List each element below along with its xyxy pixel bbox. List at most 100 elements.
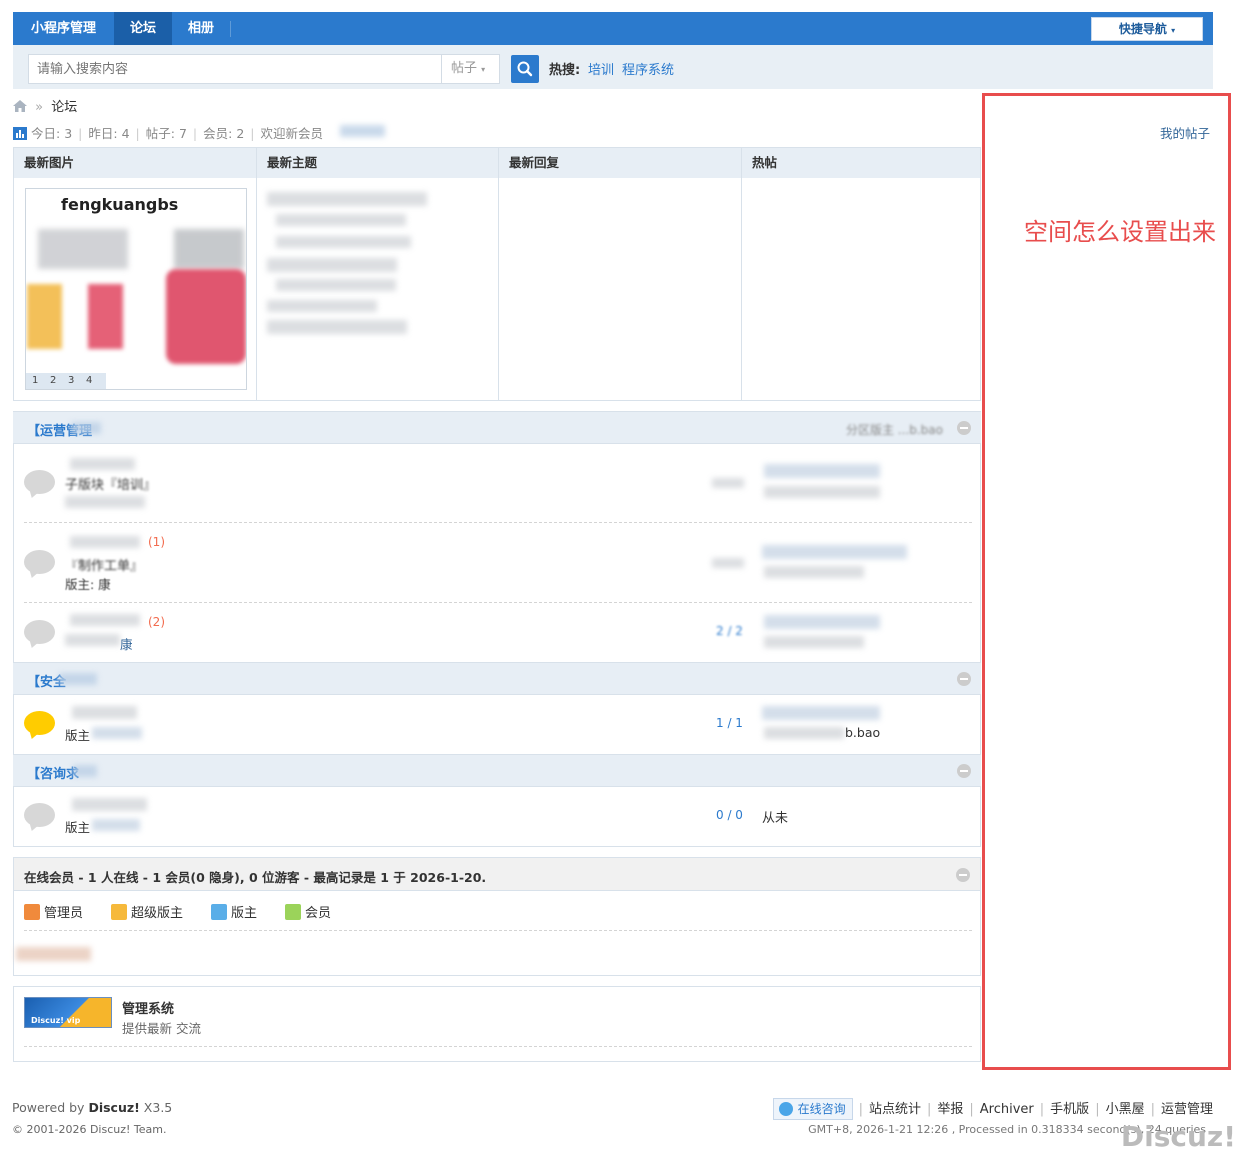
blurred-last-post-author[interactable] — [764, 727, 844, 739]
nav-item-miniapp[interactable]: 小程序管理 — [13, 12, 114, 45]
list-item[interactable] — [267, 258, 397, 272]
blurred-new-member[interactable] — [340, 125, 385, 137]
blurred-forum-name[interactable] — [70, 536, 140, 548]
list-item[interactable] — [267, 192, 427, 206]
breadcrumb-current[interactable]: 论坛 — [51, 100, 77, 115]
row-divider — [24, 522, 972, 523]
discuz-logo[interactable]: Discuz! vip — [24, 997, 112, 1028]
forum-new-posts-icon — [24, 711, 55, 735]
member-user-icon — [285, 904, 301, 920]
slide-page-4[interactable]: 4 — [86, 375, 92, 386]
forum-today-count: (2) — [148, 615, 165, 629]
list-item[interactable] — [267, 320, 407, 334]
forum-today-count: (1) — [148, 535, 165, 549]
forum-status-icon — [24, 803, 55, 827]
legend-moderator: 版主 — [211, 902, 257, 921]
image-slideshow[interactable]: fengkuangbs 1 2 3 4 — [25, 188, 247, 390]
list-item[interactable] — [267, 300, 377, 312]
product-image — [166, 269, 246, 364]
caret-down-icon: ▾ — [1171, 26, 1176, 35]
discuz-link[interactable]: Discuz! — [88, 1100, 139, 1115]
blurred-title — [71, 422, 101, 434]
footer-link-stats[interactable]: 站点统计 — [869, 1102, 921, 1117]
footer-link-report[interactable]: 举报 — [937, 1102, 963, 1117]
last-post-author[interactable]: b.bao — [845, 725, 880, 740]
blurred-title — [73, 765, 97, 777]
search-input[interactable] — [28, 54, 442, 84]
blurred-count — [712, 558, 744, 568]
moderator-user-icon — [211, 904, 227, 920]
forum-name[interactable]: 子版块『培训』 — [65, 474, 156, 493]
header-latest-replies: 最新回复 — [499, 148, 741, 178]
blurred-moderator[interactable] — [65, 496, 145, 508]
blurred-forum-name[interactable] — [72, 706, 137, 719]
footer-link-blacklist[interactable]: 小黑屋 — [1106, 1102, 1145, 1117]
forum-thread-post-count: 2 / 2 — [716, 624, 743, 638]
list-item[interactable] — [276, 214, 406, 226]
online-members-title: 在线会员 - 1 人在线 - 1 会员(0 隐身), 0 位游客 - 最高记录是… — [24, 870, 487, 885]
category-header-operations[interactable]: 【运营管理 分区版主 ...b.bao — [13, 411, 981, 444]
legend-member: 会员 — [285, 902, 331, 921]
my-posts-link[interactable]: 我的帖子 — [1160, 123, 1210, 142]
breadcrumb: » 论坛 — [13, 96, 77, 115]
search-type-select[interactable]: 帖子 ▾ — [441, 54, 500, 84]
footer-link-mobile[interactable]: 手机版 — [1050, 1102, 1089, 1117]
home-icon[interactable] — [13, 100, 27, 112]
slide-page-1[interactable]: 1 — [32, 375, 38, 386]
forum-thread-post-count: 0 / 0 — [716, 808, 743, 822]
blurred-forum-name[interactable] — [70, 614, 140, 626]
collapse-icon[interactable] — [957, 672, 971, 686]
slide-page-2[interactable]: 2 — [50, 375, 56, 386]
category-header-security[interactable]: 【安全 — [13, 662, 981, 695]
forum-status-icon — [24, 470, 55, 494]
collapse-icon[interactable] — [957, 764, 971, 778]
blurred-last-post[interactable] — [764, 615, 880, 629]
category-title[interactable]: 【咨询求 — [27, 763, 79, 782]
forum-status-icon — [24, 620, 55, 644]
hot-link-training[interactable]: 培训 — [588, 59, 614, 78]
column-divider — [741, 148, 742, 400]
nav-item-album[interactable]: 相册 — [172, 12, 230, 45]
slide-page-3[interactable]: 3 — [68, 375, 74, 386]
link-description: 提供最新 交流 — [122, 1021, 201, 1036]
footer-link-archiver[interactable]: Archiver — [980, 1102, 1034, 1117]
quick-nav-button[interactable]: 快捷导航 ▾ — [1091, 17, 1203, 41]
collapse-icon[interactable] — [956, 868, 970, 882]
copyright: © 2001-2026 Discuz! Team. — [12, 1123, 167, 1136]
blurred-moderator[interactable] — [65, 634, 120, 646]
blurred-forum-name[interactable] — [70, 458, 135, 470]
slide-title: fengkuangbs — [61, 195, 179, 214]
forum-moderator[interactable]: 版主: 康 — [65, 574, 111, 593]
stat-posts: 7 — [178, 126, 187, 141]
forum-moderator[interactable]: 康 — [120, 634, 133, 653]
highlight-grid: 最新图片 最新主题 最新回复 热帖 fengkuangbs 1 2 3 4 — [13, 147, 981, 401]
blurred-moderator[interactable] — [92, 727, 142, 739]
blurred-last-post[interactable] — [762, 706, 880, 720]
forum-name[interactable]: 『制作工单』 — [65, 555, 143, 574]
forum-moderator[interactable]: 版主 — [65, 725, 90, 744]
annotation-note: 空间怎么设置出来 — [1024, 218, 1216, 246]
blurred-online-user[interactable] — [16, 947, 91, 961]
forum-moderator[interactable]: 版主 — [65, 817, 90, 836]
slide-pager: 1 2 3 4 — [26, 373, 106, 389]
footer-link-operations[interactable]: 运营管理 — [1161, 1102, 1213, 1117]
hot-link-program-system[interactable]: 程序系统 — [622, 59, 674, 78]
blurred-last-post[interactable] — [764, 464, 880, 478]
link-name[interactable]: 管理系统 — [122, 998, 174, 1017]
category-header-consulting[interactable]: 【咨询求 — [13, 754, 981, 787]
online-members-header[interactable]: 在线会员 - 1 人在线 - 1 会员(0 隐身), 0 位游客 - 最高记录是… — [13, 857, 981, 891]
footer-links: 在线咨询 | 站点统计 | 举报 | Archiver | 手机版 | 小黑屋 | 运营管理 — [772, 1098, 1213, 1120]
blurred-last-post[interactable] — [762, 545, 907, 559]
list-item[interactable] — [276, 279, 396, 291]
list-item[interactable] — [276, 236, 411, 248]
collapse-icon[interactable] — [957, 421, 971, 435]
column-divider — [498, 148, 499, 400]
nav-item-forum[interactable]: 论坛 — [114, 12, 172, 45]
online-consult-button[interactable]: 在线咨询 — [772, 1098, 853, 1120]
blurred-forum-name[interactable] — [72, 798, 147, 811]
watermark-logo: Discuz! — [1120, 1120, 1236, 1153]
search-button[interactable] — [511, 55, 539, 83]
stat-members: 2 — [236, 126, 245, 141]
legend-admin: 管理员 — [24, 902, 83, 921]
blurred-moderator[interactable] — [92, 819, 140, 831]
